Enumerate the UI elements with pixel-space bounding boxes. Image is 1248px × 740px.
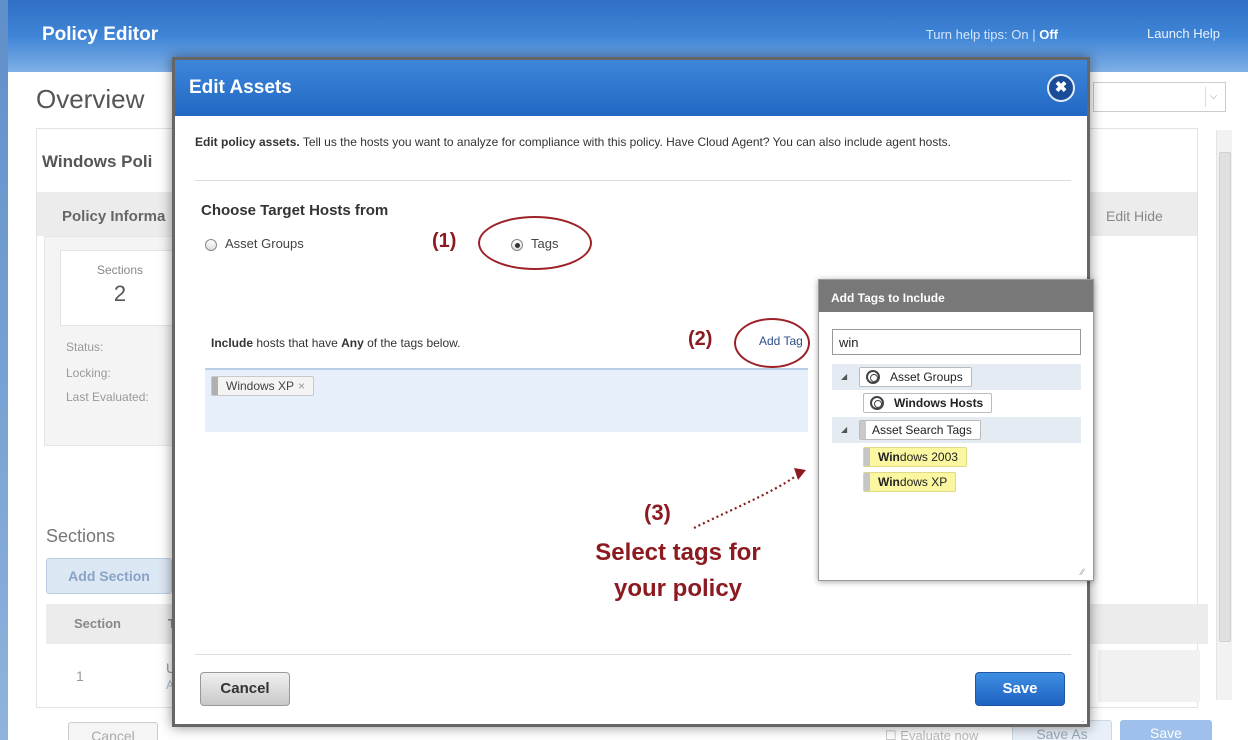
tree-item-windows-hosts[interactable]: Windows Hosts (863, 393, 993, 413)
collapse-triangle-icon[interactable]: ◢ (841, 372, 847, 381)
step2-annotation: (2) (688, 328, 713, 350)
policy-info-heading: Policy Informa (62, 208, 166, 225)
match-highlight: Win (878, 475, 900, 489)
cancel-button[interactable]: Cancel (200, 672, 290, 706)
table-row-cell (1098, 650, 1200, 702)
chevron-down-icon: ⌵ (1205, 87, 1221, 107)
page-cancel-button[interactable]: Cancel (68, 722, 158, 740)
choose-target-heading: Choose Target Hosts from (201, 202, 389, 219)
app-title: Policy Editor (42, 24, 159, 45)
tag-search-input[interactable] (832, 329, 1081, 355)
help-tips-label: Turn help tips: (925, 27, 1012, 42)
tree-group-label: Asset Groups (890, 370, 963, 384)
include-description: Include hosts that have Any of the tags … (211, 336, 460, 350)
sections-heading: Sections (46, 526, 116, 546)
include-suffix: of the tags below. (363, 336, 461, 350)
step3-annotation: (3) (644, 500, 671, 525)
page-save-button[interactable]: Save (1120, 720, 1212, 740)
policy-name: Windows Poli (42, 152, 153, 171)
tree-item-rest: dows Hosts (915, 396, 984, 410)
sections-count-value: 2 (113, 281, 127, 306)
include-word: Include (211, 336, 254, 350)
dialog-header (175, 60, 1087, 116)
help-tips-separator: | (1028, 27, 1040, 42)
collapse-triangle-icon[interactable]: ◢ (841, 425, 847, 434)
evaluate-now-label: Evaluate now (900, 728, 979, 740)
selected-tag-chip: Windows XP × (211, 376, 315, 396)
step3-caption-line1: Select tags for (595, 539, 761, 566)
tree-group-asset-groups[interactable]: Asset Groups (859, 367, 972, 387)
dialog-title: Edit Assets (189, 77, 292, 98)
tree-item-windows-xp[interactable]: Windows XP (863, 472, 957, 492)
last-evaluated-label: Last Evaluated: (66, 390, 149, 404)
help-tips-on[interactable]: On (1011, 27, 1028, 42)
match-highlight: Win (894, 396, 916, 410)
asset-groups-radio[interactable] (205, 239, 217, 251)
resize-grip-icon[interactable]: ∕∕ (1081, 567, 1084, 577)
step3-caption-line2: your policy (613, 575, 743, 602)
tree-item-rest: dows 2003 (899, 450, 958, 464)
status-label: Status: (66, 340, 104, 354)
save-button[interactable]: Save (975, 672, 1065, 706)
intro-text: Tell us the hosts you want to analyze fo… (299, 135, 951, 149)
sections-count-card: Sections 2 (60, 250, 180, 326)
dialog-intro: Edit policy assets. Tell us the hosts yo… (195, 134, 1065, 151)
divider (195, 180, 1071, 181)
step1-annotation: (1) (432, 230, 457, 252)
edit-hide-links[interactable]: Edit Hide (1106, 208, 1163, 224)
tree-item-windows-2003[interactable]: Windows 2003 (863, 447, 967, 467)
step2-highlight-ellipse (734, 318, 810, 368)
step3-arrow-icon (693, 468, 806, 529)
page-title: Overview (36, 84, 145, 114)
scrollbar-thumb[interactable] (1219, 152, 1231, 642)
tree-group-label: Asset Search Tags (872, 423, 972, 437)
close-icon[interactable]: ✖ (1047, 74, 1075, 102)
locking-label: Locking: (66, 366, 111, 380)
window-edge (0, 0, 8, 740)
include-any-selector[interactable]: Any (341, 336, 364, 350)
sections-count-label: Sections (96, 263, 144, 277)
match-highlight: Win (878, 450, 900, 464)
selected-tag-label: Windows XP (226, 379, 295, 393)
evaluate-now-checkbox[interactable]: ☐ Evaluate now (885, 728, 978, 740)
asset-group-icon (866, 370, 880, 384)
asset-groups-label[interactable]: Asset Groups (225, 236, 304, 251)
launch-help-link[interactable]: Launch Help (1147, 26, 1220, 41)
help-tips-off[interactable]: Off (1039, 27, 1058, 42)
resize-grip-icon[interactable]: ⋮ (1079, 720, 1087, 729)
tree-item-rest: dows XP (899, 475, 948, 489)
popup-title: Add Tags to Include (819, 280, 1093, 312)
add-section-button[interactable]: Add Section (46, 558, 172, 594)
help-tips-toggle: Turn help tips: On | Off (926, 27, 1058, 42)
table-row-number: 1 (76, 668, 84, 684)
page-scrollbar[interactable] (1216, 130, 1232, 700)
tree-group-asset-search-tags[interactable]: Asset Search Tags (859, 420, 981, 440)
column-header-section: Section (74, 616, 121, 631)
asset-group-icon (870, 396, 884, 410)
footer-divider (195, 654, 1071, 655)
intro-bold: Edit policy assets. (195, 135, 300, 149)
step1-highlight-ellipse (478, 216, 592, 270)
include-middle: hosts that have (253, 336, 342, 350)
add-tags-popup: Add Tags to Include ◢ Asset Groups Windo… (818, 279, 1094, 581)
remove-tag-icon[interactable]: × (298, 379, 305, 393)
view-select[interactable]: ⌵ (1093, 82, 1226, 112)
